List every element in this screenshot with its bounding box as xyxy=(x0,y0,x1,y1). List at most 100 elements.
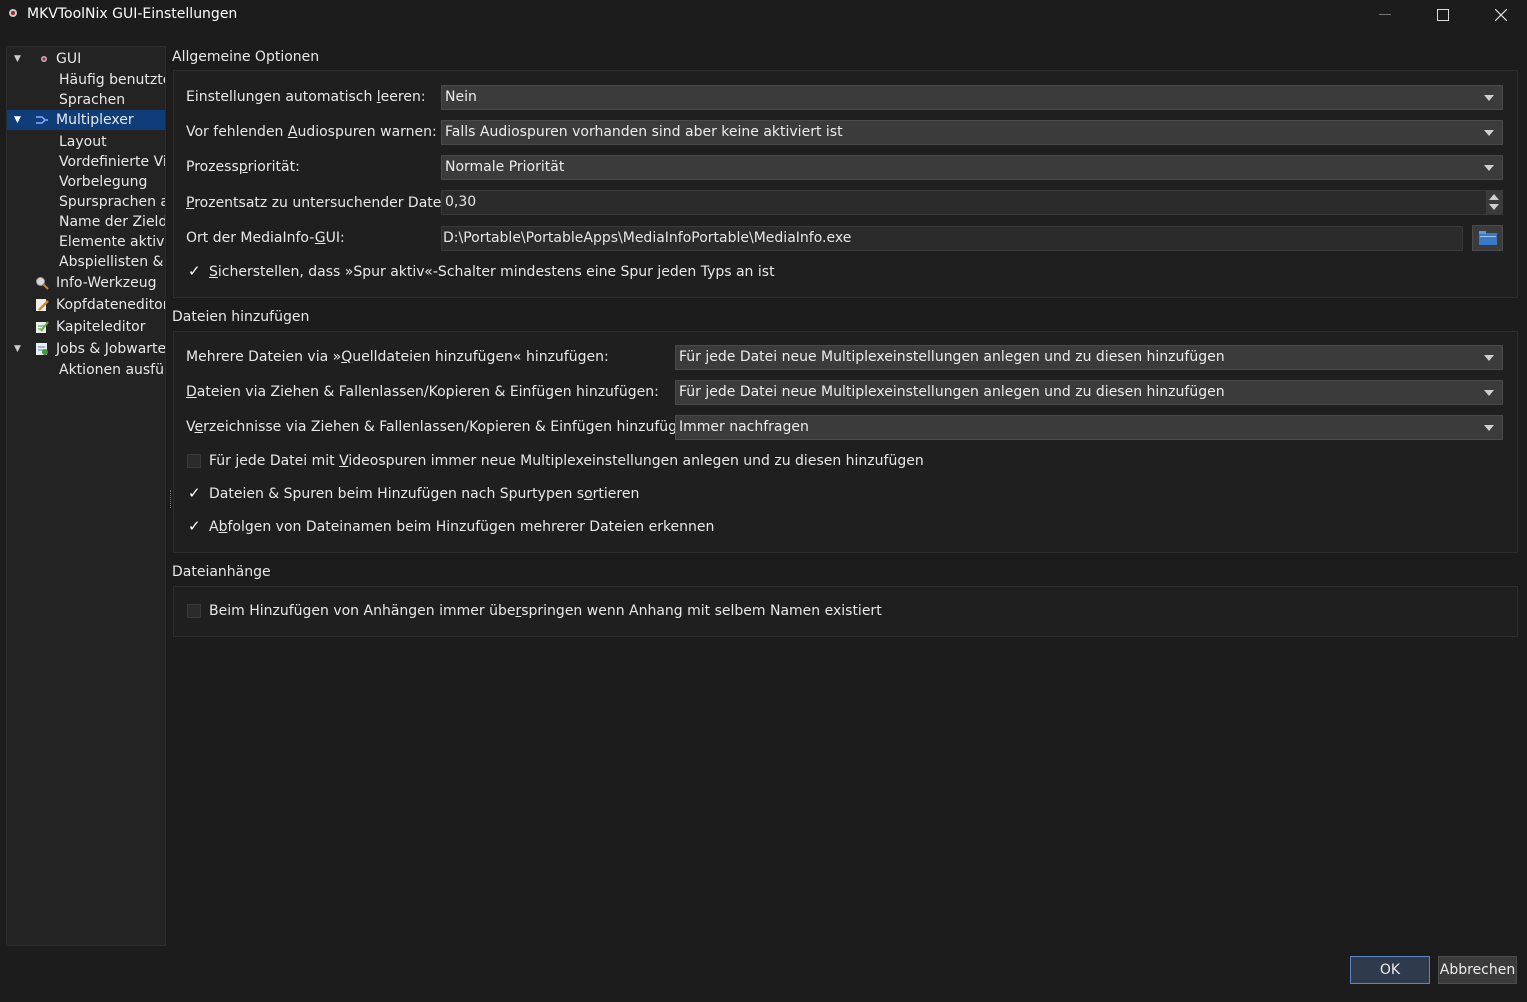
chevron-down-icon xyxy=(1484,425,1494,431)
dropdown-value: Normale Priorität xyxy=(445,159,565,175)
dropdown-value: Für jede Datei neue Multiplexeinstellung… xyxy=(679,349,1225,365)
detect-sequences-checkbox[interactable]: ✓ xyxy=(187,517,201,535)
add-multiple-files-label: Mehrere Dateien via »Quelldateien hinzuf… xyxy=(186,349,609,365)
group-title-add-files: Dateien hinzufügen xyxy=(172,309,310,325)
expand-arrow-icon[interactable]: ▼ xyxy=(14,115,24,125)
tree-item-label: Spursprachen ab xyxy=(59,194,165,210)
pencil-document-icon xyxy=(36,299,49,311)
tree-item-label: Vorbelegung xyxy=(59,174,148,190)
job-queue-icon xyxy=(36,343,48,355)
process-priority-label: Prozesspriorität: xyxy=(186,159,300,175)
magnifier-icon xyxy=(36,277,49,290)
tree-item-label: Sprachen xyxy=(59,92,126,108)
spin-down-icon[interactable] xyxy=(1489,204,1499,210)
video-new-mux-checkbox[interactable] xyxy=(187,454,201,468)
tree-item-aktionen[interactable]: Aktionen ausfüh xyxy=(7,360,165,380)
tree-item-label: Layout xyxy=(59,134,107,150)
tree-item-label: Abspiellisten & I xyxy=(59,254,165,270)
ok-button[interactable]: OK xyxy=(1350,956,1430,984)
expand-arrow-icon[interactable]: ▼ xyxy=(14,54,24,64)
cancel-button[interactable]: Abbrechen xyxy=(1438,956,1517,984)
spinbox-value: 0,30 xyxy=(445,194,477,210)
skip-duplicate-attachments-label[interactable]: Beim Hinzufügen von Anhängen immer übers… xyxy=(209,603,882,619)
dropdown-value: Immer nachfragen xyxy=(679,419,809,435)
close-button[interactable] xyxy=(1472,0,1527,30)
maximize-icon xyxy=(1437,9,1449,21)
sort-by-track-type-checkbox[interactable]: ✓ xyxy=(187,484,201,502)
clear-settings-label: Einstellungen automatisch leeren: xyxy=(186,89,426,105)
checkmark-icon: ✓ xyxy=(188,484,201,502)
group-title-general: Allgemeine Optionen xyxy=(172,49,320,65)
checkmark-icon: ✓ xyxy=(188,517,201,535)
sort-by-track-type-label[interactable]: Dateien & Spuren beim Hinzufügen nach Sp… xyxy=(209,486,639,502)
close-icon xyxy=(1495,9,1507,21)
window-title: MKVToolNix GUI-Einstellungen xyxy=(27,6,238,22)
drag-drop-files-dropdown[interactable]: Für jede Datei neue Multiplexeinstellung… xyxy=(675,380,1503,405)
browse-mediainfo-button[interactable] xyxy=(1472,225,1503,251)
tree-item-kapiteleditor[interactable]: Kapiteleditor xyxy=(7,317,165,337)
minimize-button[interactable] xyxy=(1356,0,1414,30)
tree-item-vorbelegung[interactable]: Vorbelegung xyxy=(7,172,165,192)
detect-sequences-label[interactable]: Abfolgen von Dateinamen beim Hinzufügen … xyxy=(209,519,714,535)
tree-item-label: Kopfdateneditor xyxy=(56,297,165,313)
checkmark-icon: ✓ xyxy=(188,262,201,280)
expand-arrow-icon[interactable]: ▼ xyxy=(14,344,24,354)
drag-drop-dirs-label: Verzeichnisse via Ziehen & Fallenlassen/… xyxy=(186,419,700,435)
dropdown-value: Für jede Datei neue Multiplexeinstellung… xyxy=(679,384,1225,400)
mediainfo-path-label: Ort der MediaInfo-GUI: xyxy=(186,230,345,246)
tree-item-kopfdateneditor[interactable]: Kopfdateneditor xyxy=(7,295,165,315)
tree-item-label: Name der Zielda xyxy=(59,214,165,230)
tree-item-spursprachen[interactable]: Spursprachen ab xyxy=(7,192,165,212)
mkvtoolnix-icon xyxy=(41,56,47,62)
spin-up-icon[interactable] xyxy=(1489,194,1499,200)
maximize-button[interactable] xyxy=(1414,0,1472,30)
drag-drop-dirs-dropdown[interactable]: Immer nachfragen xyxy=(675,415,1503,440)
tree-item-label: Elemente aktivie xyxy=(59,234,165,250)
multiplexer-icon xyxy=(36,116,48,124)
input-value: D:\Portable\PortableApps\MediaInfoPortab… xyxy=(443,230,852,246)
chevron-down-icon xyxy=(1484,390,1494,396)
tree-item-label: Vordefinierte Vic xyxy=(59,154,165,170)
tree-item-gui[interactable]: ▼ GUI xyxy=(7,49,165,69)
chevron-down-icon xyxy=(1484,95,1494,101)
mkvtoolnix-app-icon xyxy=(9,9,17,17)
audio-warning-label: Vor fehlenden Audiospuren warnen: xyxy=(186,124,437,140)
tree-item-elemente[interactable]: Elemente aktivie xyxy=(7,232,165,252)
tree-item-label: Kapiteleditor xyxy=(56,319,146,335)
add-multiple-files-dropdown[interactable]: Für jede Datei neue Multiplexeinstellung… xyxy=(675,345,1503,370)
skip-duplicate-attachments-checkbox[interactable] xyxy=(187,604,201,618)
probe-percentage-label: Prozentsatz zu untersuchender Daten: xyxy=(186,195,455,211)
tree-item-layout[interactable]: Layout xyxy=(7,132,165,152)
ensure-track-enabled-checkbox[interactable]: ✓ xyxy=(187,262,201,280)
title-bar: MKVToolNix GUI-Einstellungen xyxy=(0,0,1527,30)
minimize-icon xyxy=(1379,14,1391,15)
mediainfo-path-input[interactable]: D:\Portable\PortableApps\MediaInfoPortab… xyxy=(441,226,1463,251)
drag-drop-files-label: Dateien via Ziehen & Fallenlassen/Kopier… xyxy=(186,384,659,400)
group-title-attachments: Dateianhänge xyxy=(172,564,271,580)
tree-item-label: Info-Werkzeug xyxy=(56,275,157,291)
chevron-down-icon xyxy=(1484,165,1494,171)
video-new-mux-label[interactable]: Für jede Datei mit Videospuren immer neu… xyxy=(209,453,924,469)
tree-item-haeufig[interactable]: Häufig benutzte xyxy=(7,70,165,90)
tree-item-abspiellisten[interactable]: Abspiellisten & I xyxy=(7,252,165,272)
chevron-down-icon xyxy=(1484,130,1494,136)
process-priority-dropdown[interactable]: Normale Priorität xyxy=(441,155,1503,180)
dropdown-value: Nein xyxy=(445,89,477,105)
tree-item-label: Häufig benutzte xyxy=(59,72,165,88)
clear-settings-dropdown[interactable]: Nein xyxy=(441,85,1503,110)
tree-item-sprachen[interactable]: Sprachen xyxy=(7,90,165,110)
audio-warning-dropdown[interactable]: Falls Audiospuren vorhanden sind aber ke… xyxy=(441,120,1503,145)
tree-item-jobs[interactable]: ▼ Jobs & Jobwarte xyxy=(7,339,165,359)
settings-tree[interactable]: ▼ GUI Häufig benutzte Sprachen ▼ Multipl… xyxy=(6,46,166,946)
tree-item-multiplexer[interactable]: ▼ Multiplexer xyxy=(7,110,165,130)
probe-percentage-spinbox[interactable]: 0,30 xyxy=(441,190,1503,215)
tree-item-label: Multiplexer xyxy=(56,112,134,128)
tree-item-name-zieldatei[interactable]: Name der Zielda xyxy=(7,212,165,232)
tree-item-vordefinierte[interactable]: Vordefinierte Vic xyxy=(7,152,165,172)
ensure-track-enabled-label[interactable]: Sicherstellen, dass »Spur aktiv«-Schalte… xyxy=(209,264,775,280)
chevron-down-icon xyxy=(1484,355,1494,361)
spinbox-buttons[interactable] xyxy=(1486,191,1502,214)
dropdown-value: Falls Audiospuren vorhanden sind aber ke… xyxy=(445,124,843,140)
tree-item-label: GUI xyxy=(56,51,82,67)
tree-item-info-werkzeug[interactable]: Info-Werkzeug xyxy=(7,273,165,293)
